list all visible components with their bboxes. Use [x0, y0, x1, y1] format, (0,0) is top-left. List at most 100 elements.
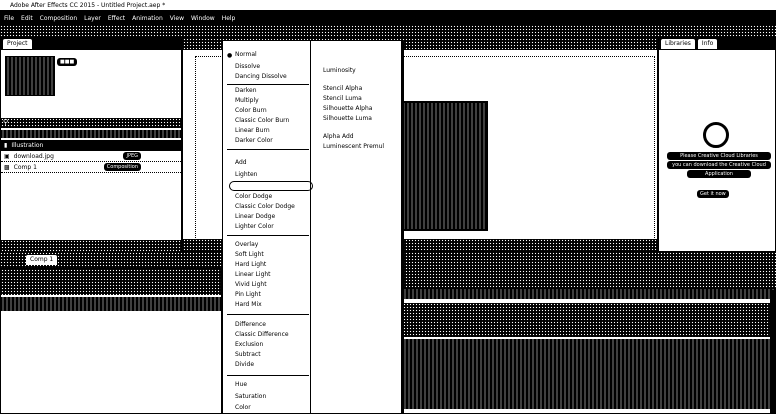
- checkmark-icon: ●: [227, 52, 233, 59]
- libraries-message-line: you can download the Creative Cloud: [667, 161, 771, 169]
- vertical-scrollbar[interactable]: [770, 290, 776, 414]
- title-bar: Adobe After Effects CC 2015 - Untitled P…: [0, 0, 776, 11]
- blend-item-subtract[interactable]: Subtract: [235, 351, 261, 358]
- blend-item-silhouette-luma[interactable]: Silhouette Luma: [323, 115, 372, 122]
- menu-composition[interactable]: Composition: [40, 15, 77, 22]
- project-item[interactable]: ▩ Comp 1 Composition: [1, 162, 181, 173]
- info-tab[interactable]: Info: [697, 39, 718, 49]
- thumbnail-preview: [5, 56, 55, 96]
- project-info: ■■■: [57, 56, 177, 94]
- blend-item-soft-light[interactable]: Soft Light: [235, 251, 264, 258]
- timeline-controls[interactable]: [1, 269, 221, 295]
- blend-item-exclusion[interactable]: Exclusion: [235, 341, 263, 348]
- blend-item-normal[interactable]: Normal: [235, 51, 257, 58]
- get-it-now-button[interactable]: Get it now: [697, 190, 729, 198]
- blend-item-classic-color-dodge[interactable]: Classic Color Dodge: [235, 203, 295, 210]
- libraries-message-line: Application: [687, 170, 751, 178]
- menu-effect[interactable]: Effect: [108, 15, 125, 22]
- timeline-layers-panel: [0, 268, 222, 414]
- blend-item-luminescent-premul[interactable]: Luminescent Premul: [323, 143, 384, 150]
- menu-separator: [227, 149, 309, 150]
- blend-item-linear-dodge[interactable]: Linear Dodge: [235, 213, 275, 220]
- blend-item-classic-color-burn[interactable]: Classic Color Burn: [235, 117, 289, 124]
- blend-item-luminosity[interactable]: Luminosity: [323, 67, 356, 74]
- blend-item-vivid-light[interactable]: Vivid Light: [235, 281, 267, 288]
- blend-item-saturation[interactable]: Saturation: [235, 393, 266, 400]
- libraries-message-line: Please Creative Cloud Libraries: [667, 152, 771, 160]
- blend-item-pin-light[interactable]: Pin Light: [235, 291, 261, 298]
- layer-image[interactable]: [392, 101, 488, 231]
- blend-item-color-burn[interactable]: Color Burn: [235, 107, 267, 114]
- project-item-name: Illustration: [11, 141, 44, 149]
- project-item[interactable]: ▣ download.jpg JPEG: [1, 151, 181, 162]
- timeline-tabs: Comp 1: [0, 252, 222, 268]
- menu-view[interactable]: View: [170, 15, 184, 22]
- project-columns-header: [1, 130, 181, 138]
- project-item-name: Comp 1: [13, 163, 37, 171]
- blend-item-screen[interactable]: Screen: [235, 183, 256, 190]
- work-area-bar[interactable]: [403, 289, 775, 299]
- blend-item-hard-light[interactable]: Hard Light: [235, 261, 266, 268]
- blend-item-alpha-add[interactable]: Alpha Add: [323, 133, 354, 140]
- blend-item-divide[interactable]: Divide: [235, 361, 254, 368]
- libraries-message: Please Creative Cloud Libraries you can …: [667, 152, 771, 178]
- blend-item-color-dodge[interactable]: Color Dodge: [235, 193, 272, 200]
- project-panel: Project ■■■ ⚲ ▮ Illustration ▣ download.…: [0, 37, 182, 252]
- blend-item-color[interactable]: Color: [235, 404, 251, 411]
- layer-row[interactable]: [1, 297, 221, 311]
- blend-item-darken[interactable]: Darken: [235, 87, 257, 94]
- menu-help[interactable]: Help: [222, 15, 236, 22]
- timeline-tracks: [402, 288, 776, 414]
- project-list: ▮ Illustration ▣ download.jpg JPEG ▩ Com…: [1, 140, 181, 173]
- creative-cloud-icon: [703, 122, 729, 148]
- image-icon: ▣: [4, 152, 10, 160]
- blend-item-linear-light[interactable]: Linear Light: [235, 271, 271, 278]
- project-item-name: download.jpg: [13, 152, 54, 160]
- timeline-ruler[interactable]: [402, 252, 776, 288]
- blend-mode-menu: ● Normal Dissolve Dancing Dissolve Darke…: [222, 40, 402, 414]
- blend-item-difference[interactable]: Difference: [235, 321, 266, 328]
- menu-separator: [227, 235, 309, 236]
- project-item[interactable]: ▮ Illustration: [1, 140, 181, 151]
- blend-item-darker-color[interactable]: Darker Color: [235, 137, 273, 144]
- libraries-panel: Libraries Info Please Creative Cloud Lib…: [658, 37, 776, 252]
- info-badge: ■■■: [57, 58, 78, 66]
- blend-item-lighter-color[interactable]: Lighter Color: [235, 223, 274, 230]
- blend-item-hue[interactable]: Hue: [235, 381, 247, 388]
- composition-icon: ▩: [4, 163, 10, 171]
- menu-edit[interactable]: Edit: [21, 15, 33, 22]
- layer-track[interactable]: [403, 339, 775, 409]
- blend-item-hard-mix[interactable]: Hard Mix: [235, 301, 262, 308]
- project-footer: [1, 240, 181, 252]
- libraries-tab[interactable]: Libraries: [661, 39, 695, 49]
- menu-file[interactable]: File: [4, 15, 14, 22]
- blend-item-lighten[interactable]: Lighten: [235, 171, 257, 178]
- search-icon: ⚲: [3, 118, 9, 126]
- menu-layer[interactable]: Layer: [84, 15, 101, 22]
- project-search[interactable]: ⚲: [1, 118, 181, 128]
- blend-item-silhouette-alpha[interactable]: Silhouette Alpha: [323, 105, 372, 112]
- blend-item-multiply[interactable]: Multiply: [235, 97, 259, 104]
- menu-separator: [227, 84, 309, 85]
- blend-item-dancing-dissolve[interactable]: Dancing Dissolve: [235, 73, 287, 80]
- blend-item-stencil-alpha[interactable]: Stencil Alpha: [323, 85, 362, 92]
- blend-item-linear-burn[interactable]: Linear Burn: [235, 127, 270, 134]
- tool-bar[interactable]: [0, 25, 776, 37]
- project-item-type: Composition: [103, 163, 141, 171]
- menu-bar: File Edit Composition Layer Effect Anima…: [0, 11, 776, 25]
- menu-separator: [227, 314, 309, 315]
- blend-item-dissolve[interactable]: Dissolve: [235, 63, 260, 70]
- blend-item-stencil-luma[interactable]: Stencil Luma: [323, 95, 362, 102]
- layer-track[interactable]: [403, 303, 775, 337]
- project-tab[interactable]: Project: [3, 39, 32, 49]
- menu-separator: [227, 375, 309, 376]
- menu-animation[interactable]: Animation: [132, 15, 163, 22]
- project-item-type: JPEG: [123, 152, 141, 160]
- window-title: Adobe After Effects CC 2015 - Untitled P…: [10, 2, 166, 9]
- blend-item-overlay[interactable]: Overlay: [235, 241, 258, 248]
- blend-item-classic-difference[interactable]: Classic Difference: [235, 331, 289, 338]
- timeline-tab[interactable]: Comp 1: [26, 255, 58, 265]
- folder-icon: ▮: [4, 141, 8, 149]
- blend-item-add[interactable]: Add: [235, 159, 247, 166]
- menu-window[interactable]: Window: [191, 15, 215, 22]
